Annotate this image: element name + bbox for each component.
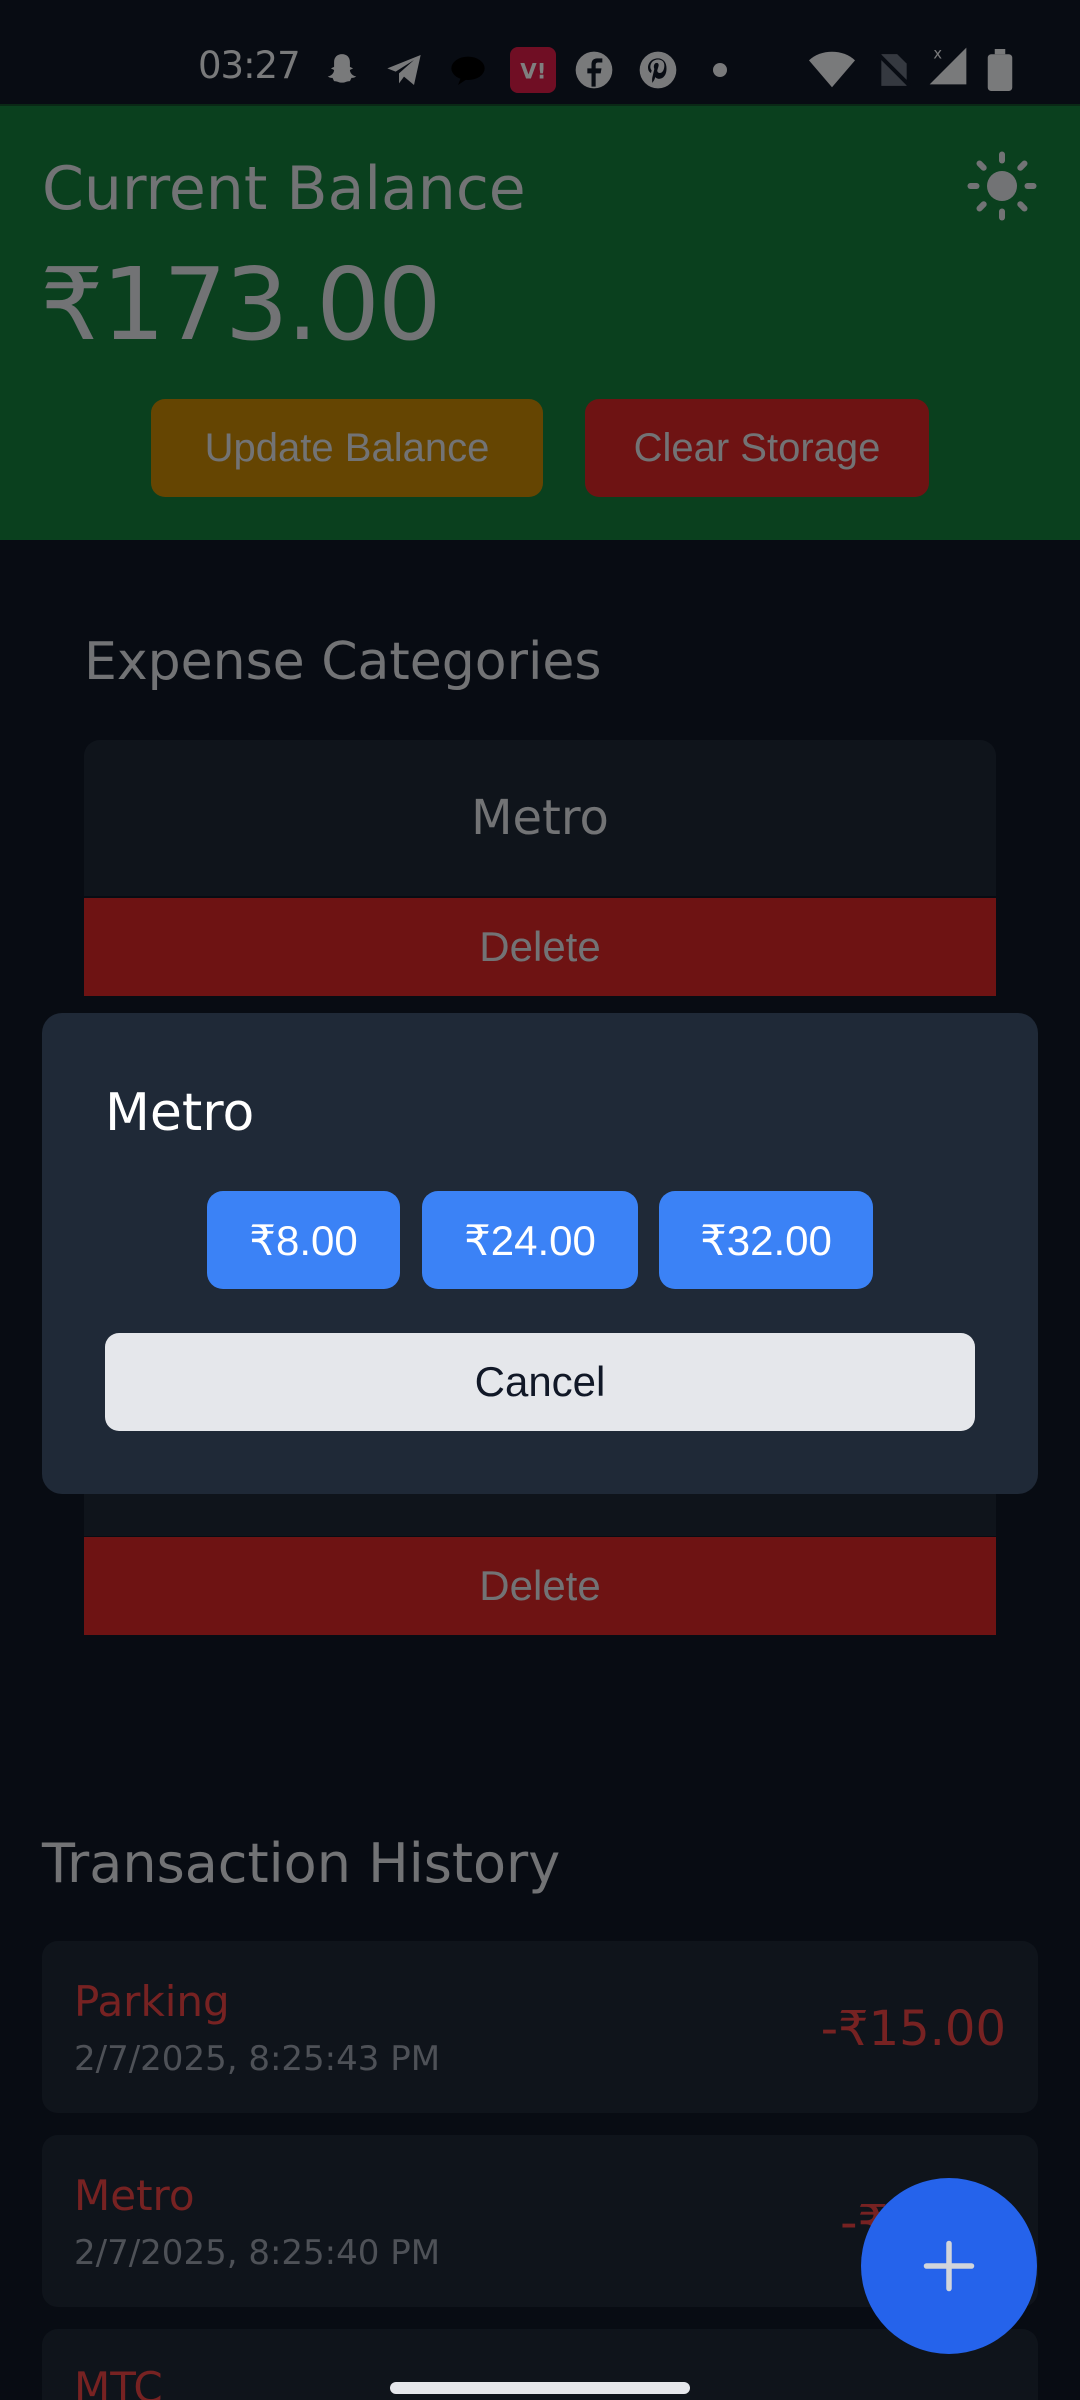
amount-picker-dialog: Metro ₹8.00 ₹24.00 ₹32.00 Cancel <box>42 1013 1038 1494</box>
add-transaction-fab[interactable] <box>861 2178 1037 2354</box>
dialog-title: Metro <box>105 1083 255 1143</box>
plus-icon <box>923 2240 975 2292</box>
amount-option-button[interactable]: ₹8.00 <box>207 1191 400 1289</box>
gesture-home-bar[interactable] <box>390 2382 690 2394</box>
amount-option-button[interactable]: ₹24.00 <box>422 1191 638 1289</box>
amount-option-button[interactable]: ₹32.00 <box>659 1191 873 1289</box>
cancel-button[interactable]: Cancel <box>105 1333 975 1431</box>
